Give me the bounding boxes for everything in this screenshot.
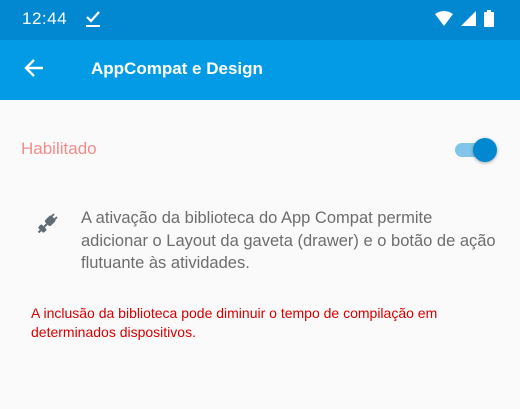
setting-row-habilitado[interactable]: Habilitado: [0, 125, 520, 173]
enable-toggle[interactable]: [455, 135, 497, 163]
app-bar: AppCompat e Design: [0, 40, 520, 100]
status-time: 12:44: [22, 9, 68, 28]
arrow-back-icon: [23, 57, 45, 83]
status-bar: 12:44: [0, 0, 520, 40]
wifi-icon: [435, 11, 453, 30]
download-done-icon: [85, 10, 101, 32]
battery-icon: [484, 10, 494, 31]
back-button[interactable]: [14, 50, 54, 90]
toggle-thumb: [473, 138, 497, 162]
info-text: A ativação da biblioteca do App Compat p…: [81, 209, 496, 272]
page-title: AppCompat e Design: [91, 59, 263, 78]
setting-label: Habilitado: [21, 139, 97, 158]
plug-icon: [35, 212, 59, 240]
warning-text: A inclusão da biblioteca pode diminuir o…: [31, 305, 438, 340]
status-icons: [435, 10, 494, 31]
signal-icon: [461, 11, 476, 30]
